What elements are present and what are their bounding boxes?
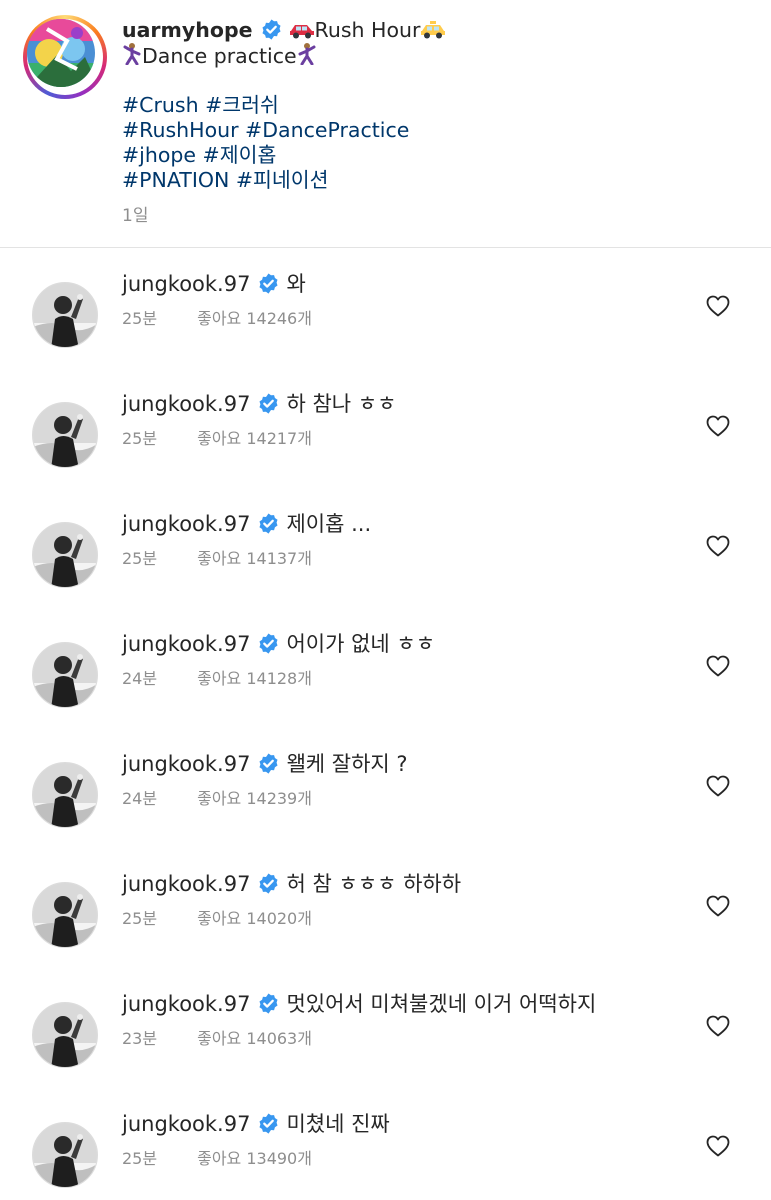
comment-timestamp: 25분 [122, 309, 158, 328]
red-car-emoji [289, 20, 315, 45]
comment-timestamp: 24분 [122, 789, 158, 808]
heart-icon[interactable] [706, 1015, 730, 1037]
comment-item: jungkook.97 멋있어서 미쳐불겠네 이거 어떡하지 23분 좋아요 140… [0, 968, 771, 1088]
commenter-avatar[interactable] [32, 282, 98, 348]
comment-text: 왤케 잘하지 ? [286, 752, 408, 776]
comment-username[interactable]: jungkook.97 [122, 752, 250, 776]
verified-badge-icon [257, 1112, 280, 1135]
comment-username[interactable]: jungkook.97 [122, 1112, 250, 1136]
heart-icon[interactable] [706, 895, 730, 917]
post-caption: uarmyhope Rush Hour Dance practice #Crush… [0, 0, 771, 248]
verified-badge-icon [260, 18, 283, 41]
comment-item: jungkook.97 어이가 없네 ㅎㅎ 24분 좋아요 14128개 [0, 608, 771, 728]
comment-timestamp: 25분 [122, 1149, 158, 1168]
comment-text: 어이가 없네 ㅎㅎ [286, 632, 436, 656]
comment-username[interactable]: jungkook.97 [122, 512, 250, 536]
hashtag-line[interactable]: #Crush #크러쉬 [122, 93, 742, 118]
comment-username[interactable]: jungkook.97 [122, 872, 250, 896]
comment-like-count[interactable]: 좋아요 14020개 [197, 909, 312, 928]
comment-item: jungkook.97 와 25분 좋아요 14246개 [0, 248, 771, 368]
verified-badge-icon [257, 392, 280, 415]
comment-like-count[interactable]: 좋아요 14246개 [197, 309, 312, 328]
hashtag-line[interactable]: #PNATION #피네이션 [122, 168, 742, 193]
heart-icon[interactable] [706, 295, 730, 317]
hashtag-line[interactable]: #jhope #제이홉 [122, 143, 742, 168]
heart-icon[interactable] [706, 1135, 730, 1157]
comment-timestamp: 24분 [122, 669, 158, 688]
comment-username[interactable]: jungkook.97 [122, 272, 250, 296]
story-ring-avatar[interactable] [23, 15, 107, 99]
comment-text: 제이홉 ... [286, 512, 372, 536]
verified-badge-icon [257, 752, 280, 775]
comment-timestamp: 25분 [122, 549, 158, 568]
caption-subtitle-text: Dance practice [142, 44, 297, 68]
comment-like-count[interactable]: 좋아요 14128개 [197, 669, 312, 688]
commenter-avatar[interactable] [32, 522, 98, 588]
comment-text: 와 [286, 272, 306, 296]
comment-username[interactable]: jungkook.97 [122, 992, 250, 1016]
verified-badge-icon [257, 632, 280, 655]
heart-icon[interactable] [706, 535, 730, 557]
comment-item: jungkook.97 허 참 ㅎㅎㅎ 하하하 25분 좋아요 14020개 [0, 848, 771, 968]
comment-item: jungkook.97 하 참나 ㅎㅎ 25분 좋아요 14217개 [0, 368, 771, 488]
verified-badge-icon [257, 872, 280, 895]
comment-item: jungkook.97 미쳤네 진짜 25분 좋아요 13490개 [0, 1088, 771, 1200]
comment-list: jungkook.97 와 25분 좋아요 14246개 jungkook.97 하 [0, 248, 771, 1200]
verified-badge-icon [257, 992, 280, 1015]
comment-username[interactable]: jungkook.97 [122, 392, 250, 416]
commenter-avatar[interactable] [32, 1122, 98, 1188]
comment-username[interactable]: jungkook.97 [122, 632, 250, 656]
dancing-man-emoji [122, 43, 142, 71]
caption-title-text: Rush Hour [314, 18, 421, 42]
commenter-avatar[interactable] [32, 642, 98, 708]
verified-badge-icon [257, 272, 280, 295]
comment-text: 멋있어서 미쳐불겠네 이거 어떡하지 [286, 992, 597, 1016]
comment-like-count[interactable]: 좋아요 14239개 [197, 789, 312, 808]
commenter-avatar[interactable] [32, 402, 98, 468]
comment-timestamp: 25분 [122, 909, 158, 928]
post-author-username[interactable]: uarmyhope [122, 18, 253, 42]
commenter-avatar[interactable] [32, 882, 98, 948]
comment-like-count[interactable]: 좋아요 14137개 [197, 549, 312, 568]
comment-like-count[interactable]: 좋아요 14217개 [197, 429, 312, 448]
post-timestamp: 1일 [122, 206, 149, 226]
dancing-man-emoji [297, 43, 317, 71]
heart-icon[interactable] [706, 415, 730, 437]
heart-icon[interactable] [706, 655, 730, 677]
comment-text: 허 참 ㅎㅎㅎ 하하하 [286, 872, 462, 896]
comment-like-count[interactable]: 좋아요 14063개 [197, 1029, 312, 1048]
commenter-avatar[interactable] [32, 1002, 98, 1068]
profile-picture [27, 19, 95, 87]
commenter-avatar[interactable] [32, 762, 98, 828]
heart-icon[interactable] [706, 775, 730, 797]
verified-badge-icon [257, 512, 280, 535]
comment-timestamp: 23분 [122, 1029, 158, 1048]
comment-timestamp: 25분 [122, 429, 158, 448]
taxi-emoji [420, 20, 446, 45]
comment-item: jungkook.97 왤케 잘하지 ? 24분 좋아요 14239개 [0, 728, 771, 848]
comment-text: 하 참나 ㅎㅎ [286, 392, 397, 416]
comment-item: jungkook.97 제이홉 ... 25분 좋아요 14137개 [0, 488, 771, 608]
comment-text: 미쳤네 진짜 [286, 1112, 390, 1136]
comment-like-count[interactable]: 좋아요 13490개 [197, 1149, 312, 1168]
hashtag-line[interactable]: #RushHour #DancePractice [122, 118, 742, 143]
